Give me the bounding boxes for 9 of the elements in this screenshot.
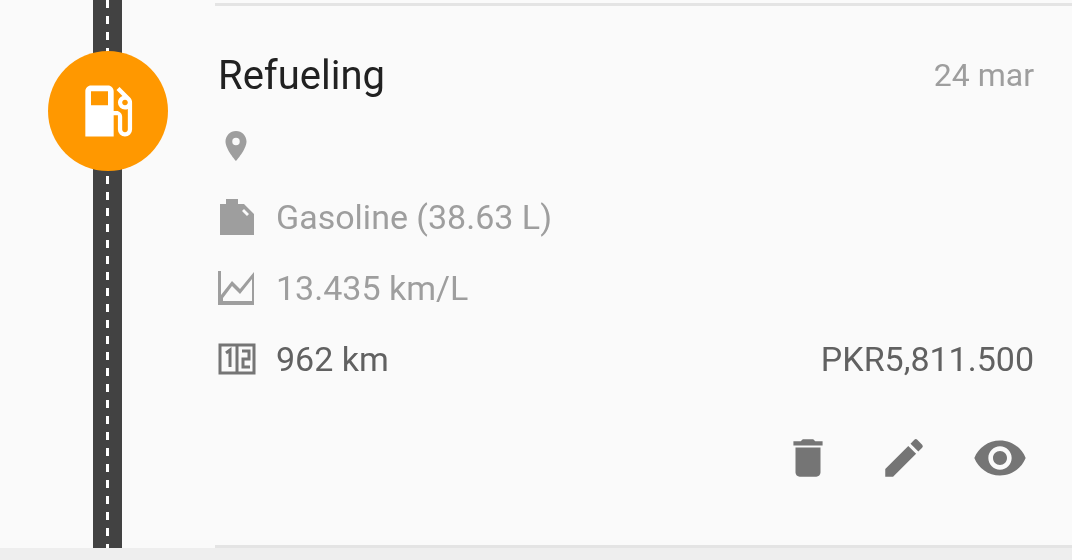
cost-text: PKR5,811.500 (820, 338, 1034, 379)
odometer-icon (218, 342, 256, 375)
area-chart-icon (218, 270, 256, 305)
detail-text: 962 km (276, 338, 389, 379)
detail-text: 13.435 km/L (276, 267, 469, 308)
fuel-can-icon (218, 198, 256, 235)
event-title: Refueling (218, 51, 386, 99)
detail-text: Gasoline (38.63 L) (276, 196, 552, 237)
event-date: 24 mar (933, 56, 1034, 94)
